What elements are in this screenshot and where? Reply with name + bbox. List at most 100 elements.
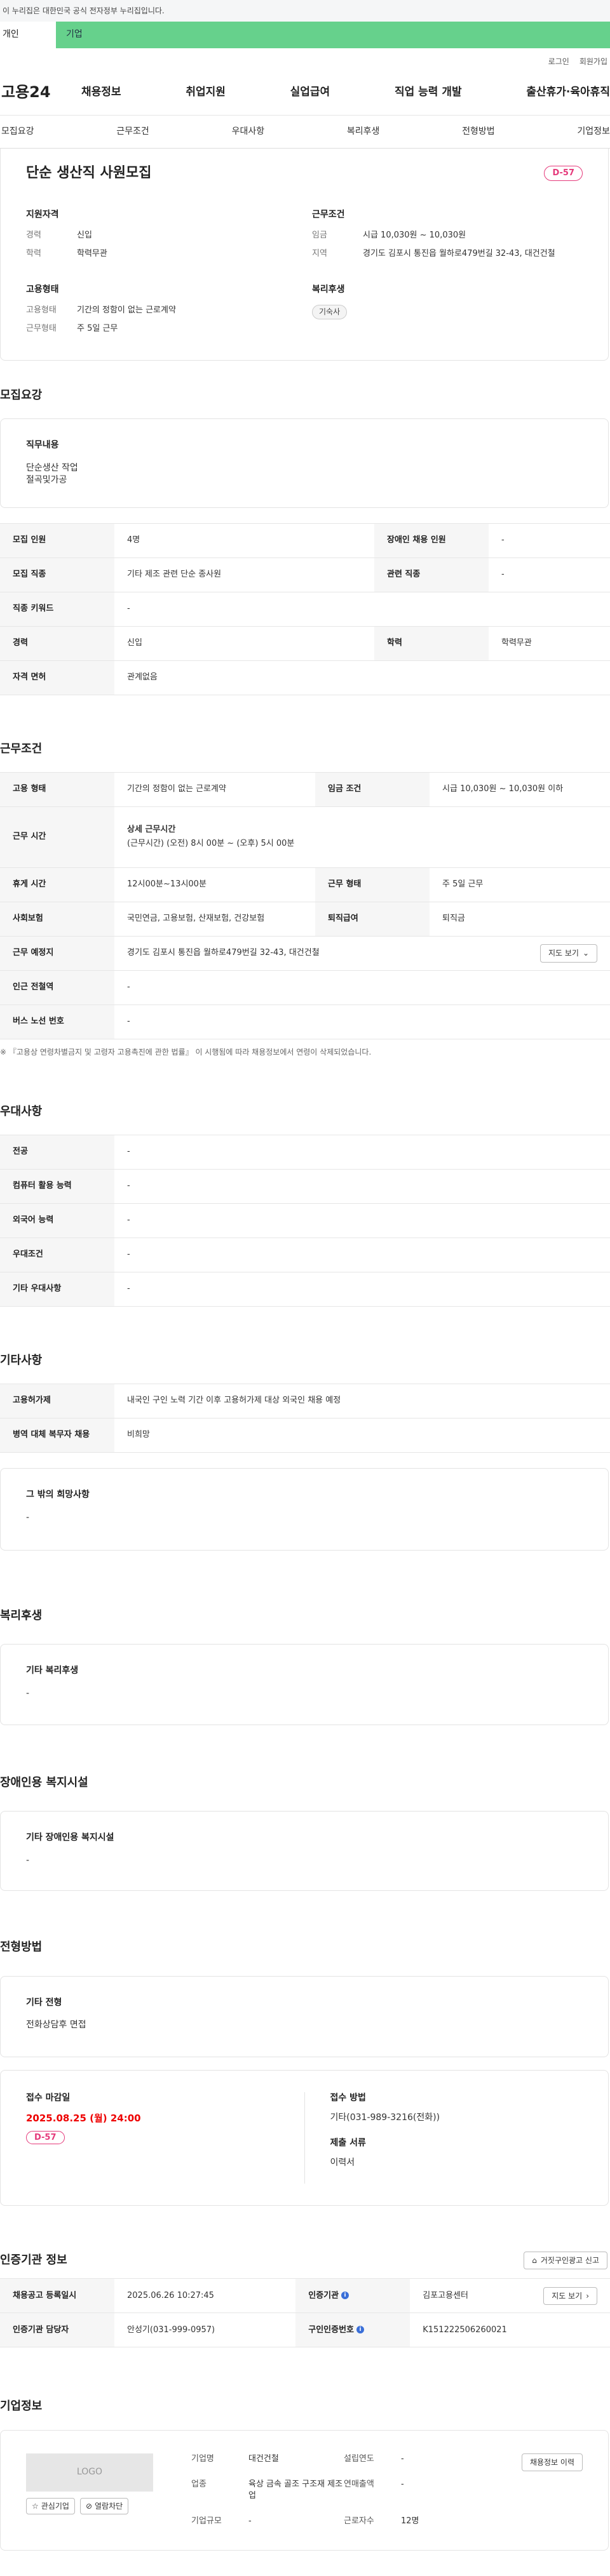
row-label: 관련 직종 (374, 557, 489, 592)
history-button[interactable]: 채용정보 이력 (521, 2453, 583, 2472)
row-label: 사회보험 (0, 902, 114, 937)
table-row: 근무 시간 상세 근무시간 (근무시간) (오전) 8시 00분 ~ (오후) … (0, 806, 610, 868)
chevron-right-icon: › (586, 2291, 589, 2300)
info-value: 육상 금속 골조 구조재 제조업 (248, 2479, 343, 2500)
other-wish-title: 그 밖의 희망사항 (26, 1490, 90, 1500)
row-value: 2025.06.26 10:27:45 (114, 2278, 296, 2314)
gnb-item-parental-leave[interactable]: 출산휴가·육아휴직 (526, 85, 610, 100)
row-value-place: 경기도 김포시 통진읍 월하로479번길 32-43, 대건건철 지도 보기 ⌄ (114, 936, 610, 971)
welfare-box-title: 기타 복리후생 (26, 1665, 79, 1676)
summary-employment: 고용형태 고용형태 기간의 정함이 없는 근로계약 근무형태 주 5일 근무 (26, 284, 297, 341)
row-value: 기타 제조 관련 단순 종사원 (114, 557, 374, 592)
row-value: - (488, 523, 610, 558)
info-label: 연매출액 (344, 2479, 374, 2489)
summary-cond-title: 근무조건 (312, 209, 345, 220)
favorite-company-button[interactable]: ☆ 관심기업 (26, 2497, 75, 2515)
section-title: 모집요강 (0, 388, 43, 402)
age-notice: ※ 『고용상 연령차별금지 및 고령자 고용촉진에 관한 법률』 이 시행됨에 … (0, 1047, 372, 1057)
table-row: 근무 예정지 경기도 김포시 통진읍 월하로479번길 32-43, 대건건철 … (0, 936, 610, 971)
summary-label: 근무형태 (26, 323, 57, 333)
section-etc: 기타사항 고용허가제 내국인 구인 노력 기간 이후 고용허가제 대상 외국인 채… (0, 1352, 610, 1551)
row-label: 고용허가제 (0, 1384, 114, 1419)
id-label: 구인인증번호 (308, 2325, 354, 2335)
gov-banner: 이 누리집은 대한민국 공식 전자정부 누리집입니다. (0, 0, 610, 22)
row-value: - (114, 1134, 610, 1170)
tab-individual[interactable]: 개인 (0, 22, 56, 48)
row-value: 안성기(031-999-0957) (114, 2312, 296, 2348)
row-label: 인근 전철역 (0, 970, 114, 1005)
row-label: 근무 예정지 (0, 936, 114, 971)
chevron-down-icon: ⌄ (582, 948, 589, 958)
section-welfare: 복리후생 기타 복리후생 - (0, 1608, 610, 1726)
section-title: 복리후생 (0, 1609, 43, 1623)
duty-line: 단순생산 작업 (26, 462, 78, 473)
row-value: - (114, 970, 610, 1005)
gnb-item-jobs[interactable]: 채용정보 (81, 85, 121, 100)
summary-value: 기간의 정함이 없는 근로계약 (77, 305, 176, 316)
section-title: 근무조건 (0, 742, 43, 756)
block-label: 열람차단 (95, 2501, 123, 2511)
subnav-welfare[interactable]: 복리후생 (347, 126, 380, 138)
row-label: 직종 키워드 (0, 592, 114, 627)
table-row: 직종 키워드 - (0, 592, 610, 627)
signup-link[interactable]: 회원가입 (580, 57, 607, 67)
table-row: 채용공고 등록일시 2025.06.26 10:27:45 인증기관 i 김포고용… (0, 2278, 610, 2314)
table-row: 외국어 능력 - (0, 1203, 610, 1238)
subnav-company[interactable]: 기업정보 (577, 126, 610, 138)
agency-table: 채용공고 등록일시 2025.06.26 10:27:45 인증기관 i 김포고용… (0, 2278, 610, 2348)
section-selection: 전형방법 기타 전형 전화상담후 면접 접수 마감일 2025.08.25 (월… (0, 1939, 610, 2206)
gnb-item-unemployment-benefit[interactable]: 실업급여 (290, 85, 330, 100)
report-fake-ad-button[interactable]: ⌂ 거짓구인광고 신고 (524, 2251, 607, 2270)
login-link[interactable]: 로그인 (548, 57, 569, 67)
row-value: 관계없음 (114, 660, 610, 695)
summary-value: 신입 (77, 230, 92, 241)
row-label: 휴게 시간 (0, 867, 114, 902)
etc-table: 고용허가제 내국인 구인 노력 기간 이후 고용허가제 대상 외국인 채용 예정 … (0, 1384, 610, 1453)
star-icon: ☆ (32, 2501, 39, 2511)
table-row: 고용허가제 내국인 구인 노력 기간 이후 고용허가제 대상 외국인 채용 예정 (0, 1384, 610, 1419)
utility-links: 로그인 회원가입 (0, 53, 610, 70)
site-logo[interactable]: 고용24 (0, 82, 81, 103)
summary-label: 학력 (26, 248, 41, 258)
global-nav: 고용24 채용정보 취업지원 실업급여 직업 능력 개발 출산휴가·육아휴직 (0, 70, 610, 116)
summary-label: 고용형태 (26, 305, 57, 316)
map-view-button[interactable]: 지도 보기 ⌄ (539, 944, 597, 963)
subnav-prefer[interactable]: 우대사항 (232, 126, 265, 138)
info-icon[interactable]: i (356, 2326, 364, 2334)
info-icon[interactable]: i (341, 2292, 349, 2300)
section-title: 우대사항 (0, 1104, 43, 1118)
info-value: 대건건철 (248, 2453, 279, 2464)
section-agency: 인증기관 정보 ⌂ 거짓구인광고 신고 채용공고 등록일시 2025.06.26 … (0, 2251, 610, 2348)
gnb-item-vocational-training[interactable]: 직업 능력 개발 (395, 85, 462, 100)
tab-company[interactable]: 기업 (56, 22, 610, 48)
welfare-box-value: - (26, 1688, 30, 1698)
gnb-item-employment-support[interactable]: 취업지원 (186, 85, 226, 100)
row-value: 신입 (114, 626, 374, 661)
row-label: 컴퓨터 활용 능력 (0, 1169, 114, 1204)
place-value: 경기도 김포시 통진읍 월하로479번길 32-43, 대건건철 (127, 948, 320, 958)
summary-emp-title: 고용형태 (26, 284, 59, 295)
block-view-button[interactable]: ⊘ 열람차단 (79, 2497, 129, 2515)
company-info-grid: 기업명 대건건철 설립연도 - 업종 육상 금속 골조 구조재 제조업 연매출액… (191, 2453, 458, 2528)
summary-label: 경력 (26, 230, 41, 241)
row-value: K151222506260021 (410, 2312, 610, 2348)
selection-box-value: 전화상담후 면접 (26, 2020, 86, 2031)
section-nav: 모집요강 근무조건 우대사항 복리후생 전형방법 기업정보 (0, 116, 610, 149)
agency-map-button[interactable]: 지도 보기 › (543, 2286, 597, 2306)
subnav-selection[interactable]: 전형방법 (462, 126, 495, 138)
table-row: 모집 인원 4명 장애인 채용 인원 - (0, 523, 610, 558)
org-label: 인증기관 (308, 2290, 339, 2300)
table-row: 버스 노선 번호 - (0, 1004, 610, 1039)
row-label-org: 인증기관 i (295, 2278, 410, 2314)
method-label: 접수 방법 (330, 2092, 366, 2103)
subnav-recruit[interactable]: 모집요강 (1, 126, 34, 138)
row-label: 채용공고 등록일시 (0, 2278, 114, 2314)
gov-banner-text: 이 누리집은 대한민국 공식 전자정부 누리집입니다. (3, 6, 165, 15)
subnav-work[interactable]: 근무조건 (116, 126, 149, 138)
section-disabled: 장애인용 복지시설 기타 장애인용 복지시설 - (0, 1775, 610, 1892)
block-icon: ⊘ (85, 2501, 92, 2511)
table-row: 병역 대체 복무자 채용 비희망 (0, 1418, 610, 1453)
company-logo: LOGO (26, 2453, 153, 2492)
hours-value: (근무시간) (오전) 8시 00분 ~ (오후) 5시 00분 (127, 839, 295, 849)
info-label: 기업규모 (191, 2516, 222, 2526)
